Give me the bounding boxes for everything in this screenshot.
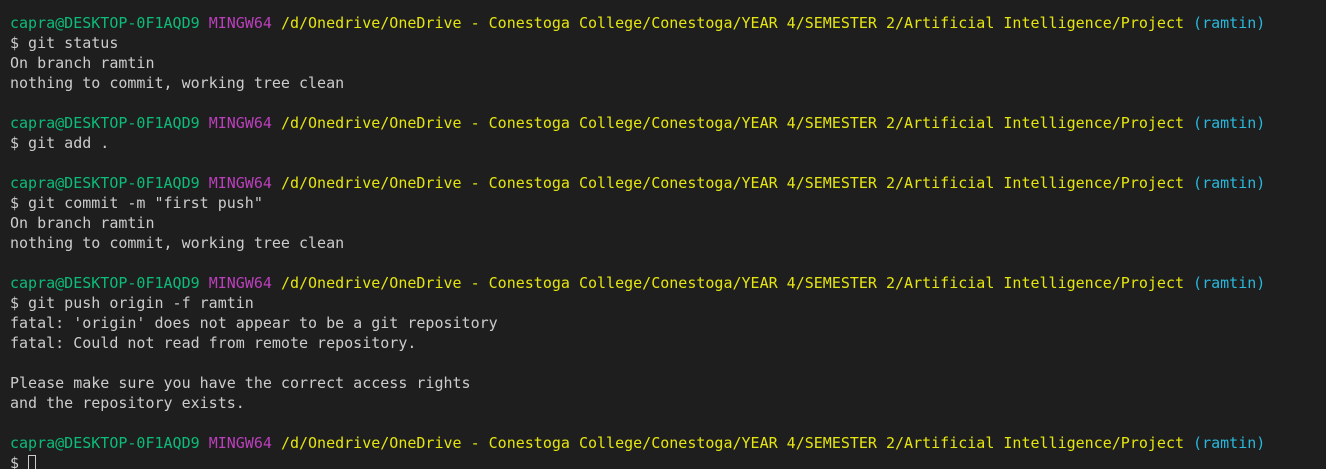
prompt-user-host: capra@DESKTOP-0F1AQD9 (10, 434, 200, 452)
prompt-path: /d/Onedrive/OneDrive - Conestoga College… (280, 434, 1185, 452)
terminal-window[interactable]: capra@DESKTOP-0F1AQD9 MINGW64 /d/Onedriv… (0, 0, 1326, 469)
prompt-line: capra@DESKTOP-0F1AQD9 MINGW64 /d/Onedriv… (10, 433, 1326, 453)
prompt-path: /d/Onedrive/OneDrive - Conestoga College… (280, 114, 1185, 132)
output-line: fatal: 'origin' does not appear to be a … (10, 314, 498, 332)
prompt-branch: (ramtin) (1193, 14, 1266, 32)
prompt-branch: (ramtin) (1193, 174, 1266, 192)
prompt-path: /d/Onedrive/OneDrive - Conestoga College… (280, 174, 1185, 192)
prompt-branch: (ramtin) (1193, 434, 1266, 452)
input-line[interactable]: $ (10, 453, 1326, 469)
prompt-path: /d/Onedrive/OneDrive - Conestoga College… (280, 274, 1185, 292)
output-line: nothing to commit, working tree clean (10, 234, 345, 252)
prompt-shell: MINGW64 (208, 114, 272, 132)
prompt-line: capra@DESKTOP-0F1AQD9 MINGW64 /d/Onedriv… (10, 273, 1326, 293)
prompt-line: capra@DESKTOP-0F1AQD9 MINGW64 /d/Onedriv… (10, 13, 1326, 33)
output-line: fatal: Could not read from remote reposi… (10, 334, 417, 352)
prompt-user-host: capra@DESKTOP-0F1AQD9 (10, 274, 200, 292)
command-line: $ git commit -m "first push" (10, 194, 263, 212)
command-line: $ git push origin -f ramtin (10, 294, 254, 312)
prompt-branch: (ramtin) (1193, 274, 1266, 292)
prompt-line: capra@DESKTOP-0F1AQD9 MINGW64 /d/Onedriv… (10, 173, 1326, 193)
prompt-shell: MINGW64 (208, 274, 272, 292)
prompt-path: /d/Onedrive/OneDrive - Conestoga College… (280, 14, 1185, 32)
command-line: $ git status (10, 34, 119, 52)
command-line: $ git add . (10, 134, 110, 152)
prompt-user-host: capra@DESKTOP-0F1AQD9 (10, 14, 200, 32)
prompt-user-host: capra@DESKTOP-0F1AQD9 (10, 174, 200, 192)
prompt-symbol: $ (10, 454, 20, 469)
output-line: nothing to commit, working tree clean (10, 74, 345, 92)
prompt-line: capra@DESKTOP-0F1AQD9 MINGW64 /d/Onedriv… (10, 113, 1326, 133)
text-cursor (28, 455, 37, 469)
output-line: Please make sure you have the correct ac… (10, 374, 471, 392)
output-line: and the repository exists. (10, 394, 245, 412)
prompt-shell: MINGW64 (208, 174, 272, 192)
prompt-branch: (ramtin) (1193, 114, 1266, 132)
output-line: On branch ramtin (10, 54, 155, 72)
prompt-user-host: capra@DESKTOP-0F1AQD9 (10, 114, 200, 132)
prompt-shell: MINGW64 (208, 434, 272, 452)
prompt-shell: MINGW64 (208, 14, 272, 32)
output-line: On branch ramtin (10, 214, 155, 232)
